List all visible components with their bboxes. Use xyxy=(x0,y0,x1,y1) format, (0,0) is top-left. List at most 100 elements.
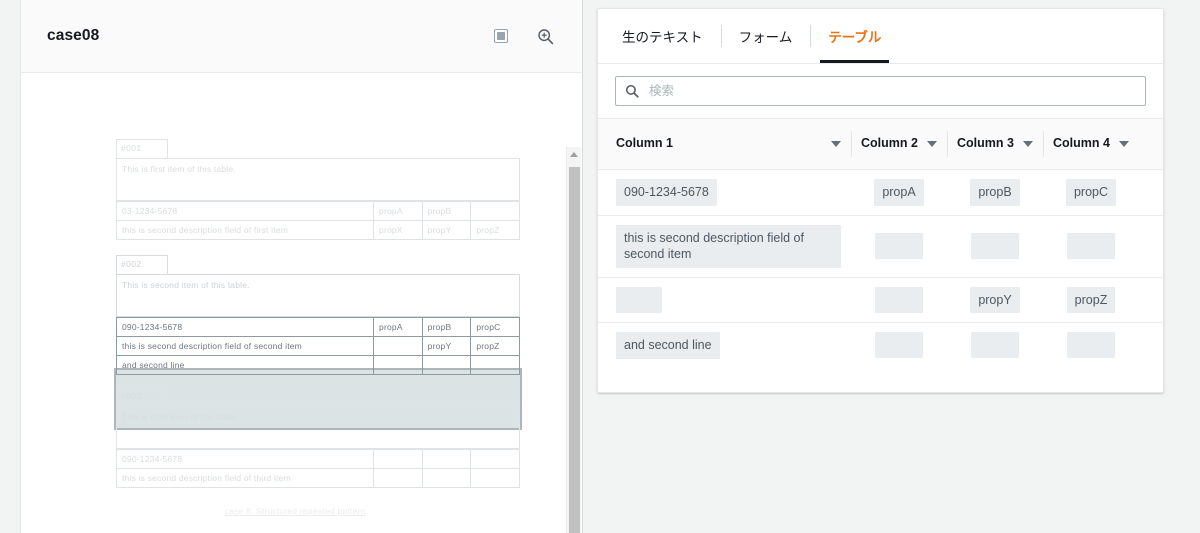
block-tag: #003 xyxy=(116,387,168,406)
table-cell: propB xyxy=(421,317,472,337)
table-cell: propX xyxy=(373,220,423,240)
table-cell: propB xyxy=(947,170,1043,215)
page-title: case08 xyxy=(47,27,100,44)
chevron-down-icon xyxy=(927,141,937,147)
table-row[interactable]: this is second description field of seco… xyxy=(598,216,1163,278)
block-tag: #002 xyxy=(116,255,168,274)
table-row[interactable]: propY propZ xyxy=(598,278,1163,323)
cell-value xyxy=(875,286,923,313)
table-cell: propZ xyxy=(470,336,520,356)
table-cell xyxy=(851,278,947,323)
column-header-1[interactable]: Column 1 xyxy=(598,119,851,169)
table-cell xyxy=(947,216,1043,277)
cell-value xyxy=(971,233,1019,259)
table-cell xyxy=(598,278,851,323)
table-row: this is second description field of seco… xyxy=(115,336,520,356)
document-block-003[interactable]: #003 This is third item of this table. 0… xyxy=(115,387,520,488)
column-header-2[interactable]: Column 2 xyxy=(851,119,947,169)
table-card: 生のテキスト フォーム テーブル 検索 Column 1 Column 2 Co… xyxy=(597,8,1164,393)
table-cell: this is second description field of seco… xyxy=(115,336,375,356)
document-block-001[interactable]: #001 This is first item of this table. 0… xyxy=(115,139,520,240)
table-row: 090-1234-5678 propA propB propC xyxy=(115,317,520,337)
table-cell: propC xyxy=(1043,170,1139,215)
cell-value: propB xyxy=(970,179,1020,206)
cell-value xyxy=(1067,332,1115,359)
cell-value: 090-1234-5678 xyxy=(616,179,717,206)
cell-value: propA xyxy=(874,179,924,206)
table-row: this is second description field of thir… xyxy=(115,468,520,488)
table-cell xyxy=(421,468,472,488)
table-row: and second line xyxy=(115,355,520,375)
cell-value: propY xyxy=(970,286,1020,313)
fit-page-button[interactable] xyxy=(490,25,512,47)
table-row[interactable]: and second line xyxy=(598,323,1163,368)
document-footnote: case 8. Structured repeated pattern xyxy=(224,506,366,516)
search-area xyxy=(598,64,1163,118)
table-cell xyxy=(373,449,423,469)
search-input[interactable] xyxy=(647,83,1136,99)
scrollbar-thumb[interactable] xyxy=(569,167,580,533)
block-table: 090-1234-5678 this is second description… xyxy=(115,449,520,488)
table-cell xyxy=(470,355,520,375)
table-cell xyxy=(1043,323,1139,368)
tab-label: テーブル xyxy=(828,30,882,45)
document-scrollbar[interactable] xyxy=(566,147,581,533)
table-cell xyxy=(373,468,423,488)
table-cell xyxy=(1043,216,1139,277)
search-icon xyxy=(625,84,639,98)
table-cell xyxy=(373,355,423,375)
table-cell: propB xyxy=(421,201,472,221)
table-cell: 090-1234-5678 xyxy=(115,317,375,337)
table-cell: this is second description field of seco… xyxy=(598,216,851,277)
cell-value: propZ xyxy=(1066,286,1116,313)
tab-bar: 生のテキスト フォーム テーブル xyxy=(598,9,1163,64)
cell-value: and second line xyxy=(616,332,720,359)
table-cell: propY xyxy=(421,336,472,356)
table-row[interactable]: 090-1234-5678 propA propB propC xyxy=(598,170,1163,216)
table-header-row: Column 1 Column 2 Column 3 Column 4 xyxy=(598,118,1163,170)
tab-table[interactable]: テーブル xyxy=(810,9,899,63)
block-description: This is second item of this table. xyxy=(116,274,520,317)
table-cell: propA xyxy=(373,201,423,221)
column-header-3[interactable]: Column 3 xyxy=(947,119,1043,169)
zoom-in-icon xyxy=(537,28,553,44)
table-row: 03-1234-5678 propA propB xyxy=(115,201,520,221)
tab-raw-text[interactable]: 生のテキスト xyxy=(604,9,721,63)
chevron-down-icon xyxy=(1023,141,1033,147)
cell-value xyxy=(875,332,923,359)
table-cell xyxy=(470,468,520,488)
table-cell xyxy=(421,449,472,469)
structured-data-panel: 生のテキスト フォーム テーブル 検索 Column 1 Column 2 Co… xyxy=(584,0,1200,533)
column-header-label: Column 2 xyxy=(861,136,918,151)
table-row: this is second description field of firs… xyxy=(115,220,520,240)
table-cell: propZ xyxy=(470,220,520,240)
tab-label: 生のテキスト xyxy=(622,30,703,45)
column-header-label: Column 1 xyxy=(616,136,673,151)
table-cell xyxy=(851,216,947,277)
block-table: 03-1234-5678 propA propB this is second … xyxy=(115,201,520,240)
cell-value: propC xyxy=(1065,179,1117,206)
search-box[interactable] xyxy=(615,76,1146,106)
block-description: This is third item of this table. xyxy=(116,406,520,449)
table-cell: 03-1234-5678 xyxy=(115,201,375,221)
table-cell: propY xyxy=(421,220,472,240)
block-table: 090-1234-5678 propA propB propC this is … xyxy=(115,317,520,375)
table-cell xyxy=(947,323,1043,368)
table-cell: 090-1234-5678 xyxy=(115,449,375,469)
tab-form[interactable]: フォーム xyxy=(720,9,811,63)
zoom-in-button[interactable] xyxy=(534,25,556,47)
document-header: case08 xyxy=(21,0,582,73)
fit-page-icon xyxy=(494,29,508,43)
table-cell: propZ xyxy=(1043,278,1139,323)
table-cell: and second line xyxy=(598,323,851,368)
column-header-label: Column 4 xyxy=(1053,136,1110,151)
document-header-actions xyxy=(490,25,556,47)
column-header-4[interactable]: Column 4 xyxy=(1043,119,1139,169)
column-header-label: Column 3 xyxy=(957,136,1014,151)
document-block-002[interactable]: #002 This is second item of this table. … xyxy=(115,255,520,375)
cell-value xyxy=(616,286,662,313)
scroll-up-arrow-icon[interactable] xyxy=(567,147,581,162)
table-cell: propA xyxy=(373,317,423,337)
document-sheet: #001 This is first item of this table. 0… xyxy=(24,73,566,533)
table-cell xyxy=(470,201,520,221)
